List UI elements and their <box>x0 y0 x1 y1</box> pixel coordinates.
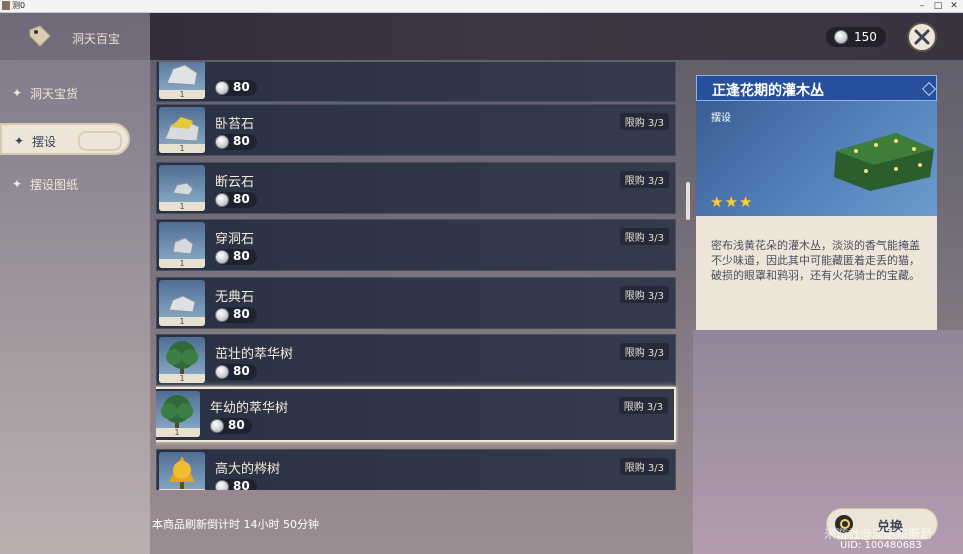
nav-item-label: 洞天宝货 <box>30 87 79 101</box>
close-button[interactable] <box>907 22 937 52</box>
item-detail-panel: 正逢花期的灌木丛 摆设 ★★★ 密布浅黄花朵的灌木丛，淡淡的香气能掩盖不少味道，… <box>696 75 937 330</box>
item-count: 1 <box>159 144 205 153</box>
shrub-illustration <box>834 133 934 191</box>
coin-icon <box>834 30 848 44</box>
purchase-limit: 限购 3/3 <box>619 228 669 245</box>
detail-title: 正逢花期的灌木丛 <box>712 83 824 99</box>
item-name: 年幼的萃华树 <box>210 401 289 416</box>
item-count: 1 <box>159 374 205 383</box>
item-name: 高大的梣树 <box>215 462 281 477</box>
list-item[interactable]: 1 茁壮的萃华树 80 限购 3/3 <box>156 334 676 386</box>
purchase-limit: 限购 3/3 <box>618 397 668 414</box>
list-item-selected[interactable]: 1 年幼的萃华树 80 限购 3/3 <box>156 387 676 442</box>
item-name: 茁壮的萃华树 <box>215 347 294 362</box>
sparkle-icon: ✦ <box>12 86 23 100</box>
list-scrollbar[interactable] <box>686 182 690 220</box>
coin-icon <box>215 250 229 264</box>
purchase-limit: 限购 3/3 <box>619 171 669 188</box>
nav-item-label: 摆设 <box>32 135 57 149</box>
item-price: 80 <box>215 249 257 265</box>
minimize-icon[interactable]: – <box>914 0 930 12</box>
list-item[interactable]: 1 穿洞石 80 限购 3/3 <box>156 219 676 271</box>
purchase-limit: 限购 3/3 <box>619 458 669 475</box>
nav-item-treasures[interactable]: ✦ 洞天宝货 <box>0 77 130 109</box>
close-window-icon[interactable]: ✕ <box>946 0 962 12</box>
item-count: 1 <box>159 317 205 326</box>
nav-item-blueprints[interactable]: ✦ 摆设图纸 <box>0 168 130 200</box>
player-uid: UID: 100480683 <box>840 540 922 551</box>
item-price: 80 <box>215 134 257 150</box>
currency-amount: 150 <box>854 30 877 44</box>
coin-icon <box>215 135 229 149</box>
window-titlebar: 测0 – □ ✕ <box>0 0 963 13</box>
currency-display: 150 <box>826 27 886 47</box>
item-price: 80 <box>215 192 257 208</box>
app-icon <box>2 1 10 10</box>
detail-title-bar: 正逢花期的灌木丛 <box>696 75 937 101</box>
coin-icon <box>215 365 229 379</box>
item-price: 80 <box>215 479 257 490</box>
ornament-icon <box>921 81 937 97</box>
item-name: 穿洞石 <box>215 232 255 247</box>
coin-icon <box>215 81 229 95</box>
item-count: 1 <box>159 489 205 490</box>
detail-description: 密布浅黄花朵的灌木丛，淡淡的香气能掩盖不少味道，因此其中可能藏匿着走丢的猫，破损… <box>711 239 920 282</box>
list-item[interactable]: 1 断云石 80 限购 3/3 <box>156 162 676 214</box>
coin-icon <box>215 480 229 490</box>
detail-type: 摆设 <box>711 113 731 124</box>
detail-hero: 摆设 ★★★ <box>696 101 937 216</box>
nav-item-label: 摆设图纸 <box>30 178 79 192</box>
sparkle-icon: ✦ <box>12 177 23 191</box>
item-count: 1 <box>159 259 205 268</box>
item-thumbnail: 1 <box>159 222 205 268</box>
purchase-limit: 限购 3/3 <box>619 286 669 303</box>
item-name: 断云石 <box>215 175 255 190</box>
refresh-countdown: 本商品刷新倒计时 14小时 50分钟 <box>152 518 319 531</box>
detail-body: 密布浅黄花朵的灌木丛，淡淡的香气能掩盖不少味道，因此其中可能藏匿着走丢的猫，破损… <box>696 216 937 330</box>
nav-ornament <box>78 131 122 151</box>
shop-tag-icon <box>26 22 54 50</box>
item-price: 80 <box>210 418 252 434</box>
purchase-limit: 限购 3/3 <box>619 113 669 130</box>
item-price: 80 <box>215 307 257 323</box>
item-price: 80 <box>215 80 257 96</box>
nav-item-furnishings[interactable]: ✦ 摆设 <box>0 123 130 155</box>
page-title: 洞天百宝 <box>72 32 121 46</box>
list-item[interactable]: 1 高大的梣树 80 限购 3/3 <box>156 449 676 490</box>
coin-icon <box>215 308 229 322</box>
item-thumbnail: 1 <box>159 107 205 153</box>
purchase-limit: 限购 3/3 <box>619 343 669 360</box>
item-count: 1 <box>156 428 200 437</box>
list-item[interactable]: 1 80 <box>156 62 676 102</box>
item-list[interactable]: 1 80 1 卧苔石 80 限购 3/3 1 断云石 80 限购 3/3 1 穿… <box>156 62 678 490</box>
coin-icon <box>210 419 224 433</box>
item-count: 1 <box>159 90 205 99</box>
item-thumbnail: 1 <box>159 337 205 383</box>
rarity-stars: ★★★ <box>710 193 754 211</box>
item-thumbnail: 1 <box>159 62 205 99</box>
close-icon <box>914 29 930 45</box>
item-count: 1 <box>159 202 205 211</box>
window-title: 测0 <box>12 1 26 10</box>
sparkle-icon: ✦ <box>14 134 25 148</box>
maximize-icon[interactable]: □ <box>930 0 946 12</box>
coin-icon <box>215 193 229 207</box>
list-item[interactable]: 1 卧苔石 80 限购 3/3 <box>156 104 676 156</box>
item-thumbnail: 1 <box>156 391 200 437</box>
item-thumbnail: 1 <box>159 452 205 490</box>
item-thumbnail: 1 <box>159 165 205 211</box>
item-name: 无典石 <box>215 290 255 305</box>
item-thumbnail: 1 <box>159 280 205 326</box>
list-item[interactable]: 1 无典石 80 限购 3/3 <box>156 277 676 329</box>
item-price: 80 <box>215 364 257 380</box>
item-name: 卧苔石 <box>215 117 255 132</box>
